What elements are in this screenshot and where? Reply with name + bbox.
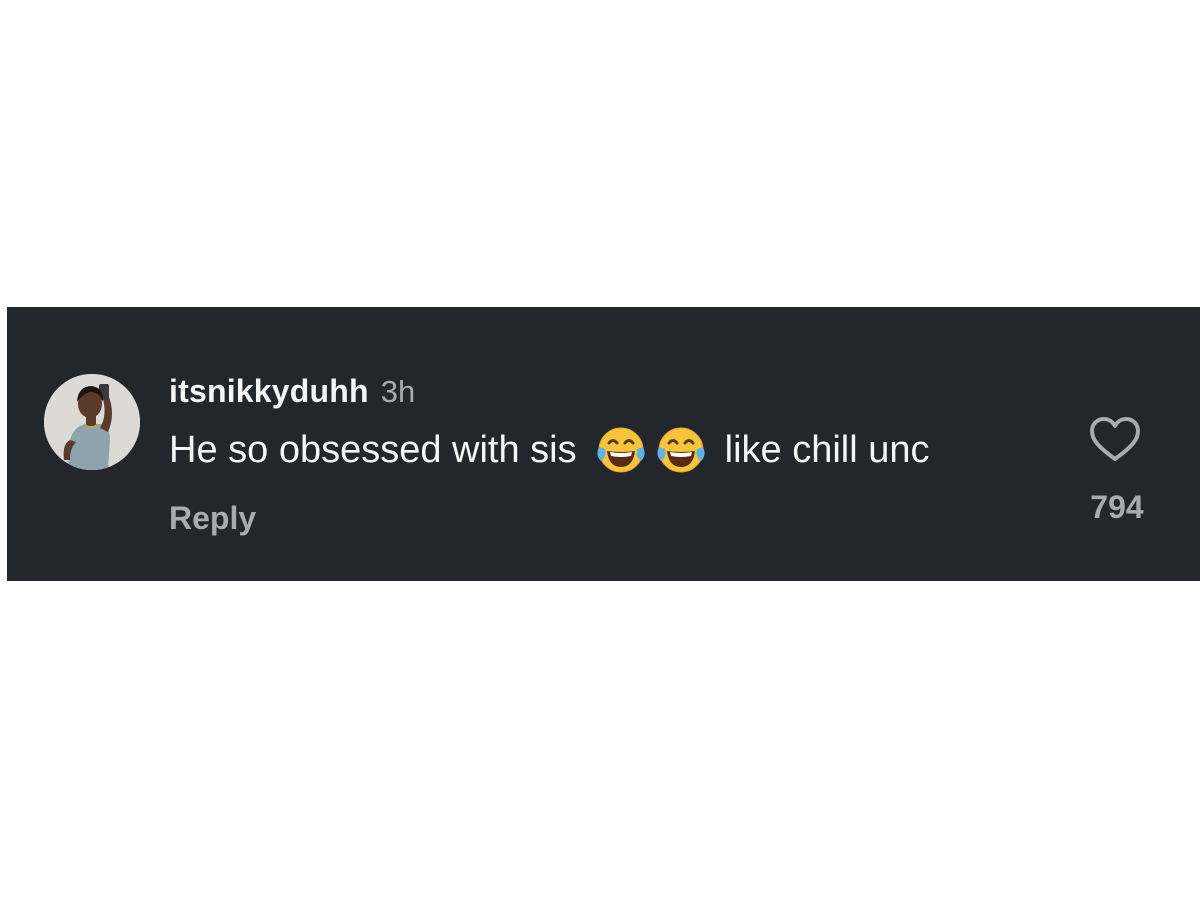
comment-header: itsnikkyduhh 3h xyxy=(169,373,415,413)
like-count: 794 xyxy=(1090,489,1144,525)
timestamp: 3h xyxy=(380,374,416,409)
comment-text-after: like chill unc xyxy=(724,428,930,471)
like-button[interactable] xyxy=(1087,415,1143,465)
screenshot-canvas: itsnikkyduhh 3h He so obsessed with sis xyxy=(0,0,1200,900)
avatar-photo xyxy=(44,374,140,470)
emoji-group xyxy=(593,423,709,477)
username[interactable]: itsnikkyduhh xyxy=(169,373,369,410)
comment-body: He so obsessed with sis like chill unc xyxy=(169,425,930,475)
avatar[interactable] xyxy=(44,374,140,470)
heart-outline-icon xyxy=(1090,417,1140,461)
reply-button[interactable]: Reply xyxy=(169,500,256,537)
face-with-tears-of-joy-icon xyxy=(597,427,645,473)
comment-card: itsnikkyduhh 3h He so obsessed with sis xyxy=(7,307,1200,581)
face-with-tears-of-joy-icon xyxy=(657,427,705,473)
comment-text-before: He so obsessed with sis xyxy=(169,428,577,471)
